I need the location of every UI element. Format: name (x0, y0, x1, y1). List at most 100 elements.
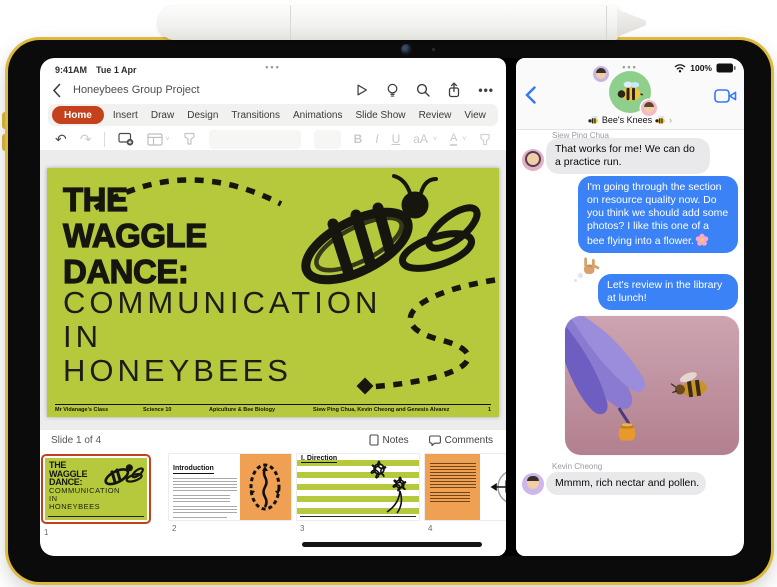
thumbnail-number: 4 (428, 524, 433, 533)
love-you-gesture-icon (584, 257, 600, 274)
camera-sensor-dot (432, 48, 435, 51)
italic-button[interactable]: I (375, 132, 378, 146)
footer-unit: Apiculture & Bee Biology (209, 407, 276, 413)
thumbnail-slide-3[interactable]: I. Direction 3 (297, 454, 419, 533)
thumbnail-strip: THE WAGGLE DANCE: COMMUNICATION IN HONEY… (40, 450, 506, 556)
split-view-handle[interactable]: ••• (265, 62, 280, 72)
tab-home[interactable]: Home (52, 106, 104, 124)
slide-counter: Slide 1 of 4 (51, 434, 102, 446)
document-title[interactable]: Honeybees Group Project (73, 84, 200, 96)
back-button[interactable] (525, 86, 536, 104)
message-bubble-outgoing: Let's review in the library at lunch! (598, 274, 738, 310)
chat-title: Bee's Knees (601, 115, 653, 125)
comments-button[interactable]: Comments (428, 434, 493, 446)
member-avatar (593, 66, 609, 82)
present-button[interactable] (355, 83, 369, 97)
font-name-box[interactable] (208, 129, 301, 149)
memoji-face (527, 153, 539, 165)
avatar-siew-ping[interactable] (522, 149, 544, 171)
memoji-face (527, 476, 539, 489)
tab-insert[interactable]: Insert (109, 108, 142, 123)
thumbnail-slide-1[interactable]: THE WAGGLE DANCE: COMMUNICATION IN HONEY… (41, 454, 151, 537)
designer-button[interactable] (386, 83, 399, 98)
love-you-gesture-reaction[interactable] (574, 256, 600, 282)
thumbnail-number: 3 (300, 524, 305, 533)
notes-button[interactable]: Notes (368, 434, 409, 446)
home-indicator[interactable] (302, 542, 482, 547)
chevron-right-icon: › (669, 115, 673, 125)
slide-editor[interactable]: THE WAGGLE DANCE: COMMUNICATION IN HONEY… (47, 168, 499, 417)
chevron-left-icon (525, 86, 536, 104)
text-size-button[interactable]: aA (413, 132, 428, 146)
chevron-left-icon (52, 83, 61, 97)
share-button[interactable] (447, 82, 461, 98)
underline-button[interactable]: U (392, 132, 401, 146)
format-painter-icon (183, 132, 195, 145)
thumbnail-2-preview: Introduction (169, 454, 291, 520)
text-placeholder (173, 506, 237, 514)
pencil-tip (617, 9, 646, 37)
play-icon (357, 84, 368, 96)
subtitle-line: HONEYBEES (63, 353, 292, 388)
cherry-blossom-emoji (695, 233, 709, 247)
undo-button[interactable]: ↶ (55, 132, 67, 146)
message-bubble-incoming: Mmmm, rich nectar and pollen. (546, 472, 706, 495)
thumbnail-3-preview: I. Direction (297, 454, 419, 520)
text-placeholder (173, 495, 231, 503)
tab-view[interactable]: View (460, 108, 490, 123)
chat-title-button[interactable]: Bee's Knees › (516, 115, 744, 125)
text-placeholder (173, 517, 228, 520)
format-painter-button[interactable] (183, 132, 196, 146)
thumbnail-slide-2[interactable]: Introduction 2 (169, 454, 291, 533)
tab-animations[interactable]: Animations (289, 108, 346, 123)
tab-review[interactable]: Review (415, 108, 456, 123)
slide-title-bold: THE WAGGLE DANCE: (62, 181, 207, 290)
powerpoint-app: 9:41AM Tue 1 Apr ••• Honeybees Group Pro… (40, 58, 506, 556)
tab-draw[interactable]: Draw (147, 108, 178, 123)
comments-icon (428, 434, 441, 446)
mini-heading: I. Direction (301, 455, 338, 463)
search-icon (417, 83, 431, 97)
more-button[interactable]: ••• (478, 83, 494, 97)
share-icon (449, 82, 460, 98)
apple-pencil (158, 6, 646, 40)
search-button[interactable] (416, 83, 431, 97)
layout-button[interactable]: ˅ (147, 132, 170, 146)
font-size-box[interactable] (313, 129, 341, 149)
thumbnail-slide-4[interactable]: 4 (425, 454, 506, 533)
pencil-cap-seam (290, 6, 291, 40)
font-color-button[interactable]: A (450, 132, 458, 146)
tab-design[interactable]: Design (183, 108, 222, 123)
notes-label: Notes (382, 434, 409, 446)
mini-intro-text: Introduction (169, 454, 240, 520)
status-time: 9:41AM (55, 65, 88, 75)
highlighter-icon (480, 133, 491, 145)
lightbulb-icon (388, 83, 398, 97)
tab-slideshow[interactable]: Slide Show (352, 108, 410, 123)
messages-app: Siew Ping Chua That works for me! We can… (516, 58, 744, 556)
ribbon-tab-bar: Home Insert Draw Design Transitions Anim… (48, 104, 498, 126)
new-slide-button[interactable] (118, 132, 134, 146)
facetime-button[interactable] (714, 88, 737, 104)
text-placeholder (430, 463, 476, 489)
photo-message[interactable] (565, 316, 739, 455)
highlighter-button[interactable] (479, 133, 491, 146)
bee-flower-photo (565, 316, 739, 455)
member-avatar (641, 100, 657, 116)
footer-page-number: 1 (487, 407, 491, 413)
mini-dance-diagram (239, 454, 291, 520)
title-line: WAGGLE (62, 217, 207, 254)
redo-button[interactable]: ↷ (80, 132, 92, 146)
thumbnail-number: 2 (172, 524, 177, 533)
layout-icon (147, 132, 164, 146)
sender-label: Kevin Cheong (552, 462, 603, 471)
memoji-hair (527, 476, 539, 481)
back-button[interactable] (52, 83, 61, 98)
bold-button[interactable]: B (354, 132, 363, 146)
avatar-kevin[interactable] (522, 473, 544, 495)
tab-transitions[interactable]: Transitions (227, 108, 284, 123)
footer-teacher: Mr Vidanage's Class (55, 407, 109, 413)
title-line: THE (62, 181, 128, 218)
slide-footer: Mr Vidanage's Class Science 10 Apicultur… (55, 404, 491, 413)
wifi-icon (674, 64, 686, 73)
